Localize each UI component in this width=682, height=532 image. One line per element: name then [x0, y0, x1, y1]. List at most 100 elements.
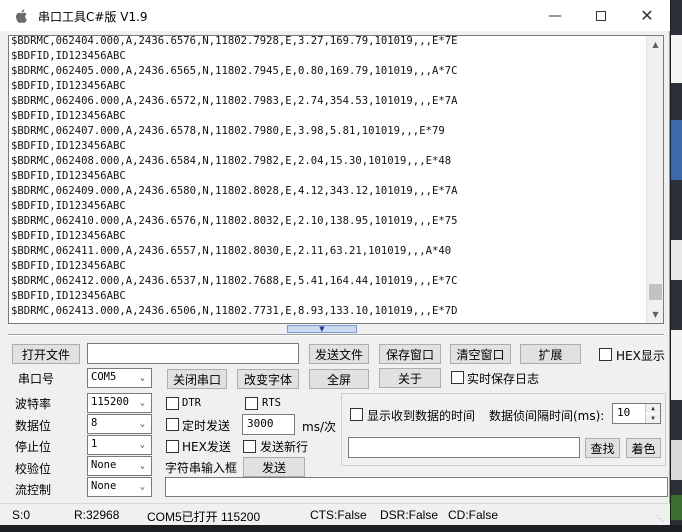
hex-send-checkbox[interactable]: [166, 440, 179, 453]
timed-send-checkbox[interactable]: [166, 418, 179, 431]
stopbits-value: 1: [91, 438, 98, 450]
spin-down-icon[interactable]: ▼: [645, 414, 660, 423]
fullscreen-button[interactable]: 全屏: [309, 369, 369, 389]
console-line: $BDFID,ID123456ABC: [11, 230, 126, 242]
clear-window-button[interactable]: 清空窗口: [450, 344, 511, 364]
interval-field[interactable]: 3000: [242, 414, 295, 435]
panel-divider: [8, 334, 664, 336]
baud-value: 115200: [91, 396, 129, 408]
minimize-icon: —: [548, 7, 562, 24]
search-field[interactable]: [348, 437, 580, 458]
databits-select[interactable]: 8 ⌄: [87, 414, 152, 434]
frame-gap-label: 数据侦间隔时间(ms):: [489, 409, 605, 423]
port-select[interactable]: COM5 ⌄: [87, 368, 152, 388]
console-line: $BDRMC,062404.000,A,2436.6576,N,11802.79…: [11, 35, 458, 47]
console-line: $BDRMC,062407.000,A,2436.6578,N,11802.79…: [11, 125, 445, 137]
databits-label: 数据位: [15, 419, 52, 433]
resize-grip-icon[interactable]: ⋱: [656, 514, 666, 524]
sent-count: S:0: [12, 508, 31, 522]
input-label: 字符串输入框: [165, 461, 238, 475]
close-port-button[interactable]: 关闭串口: [167, 369, 227, 389]
console-line: $BDRMC,062408.000,A,2436.6584,N,11802.79…: [11, 155, 452, 167]
parity-label: 校验位: [15, 462, 52, 476]
scroll-down-icon[interactable]: ▼: [647, 306, 663, 323]
console-line: $BDFID,ID123456ABC: [11, 110, 126, 122]
save-window-button[interactable]: 保存窗口: [379, 344, 441, 364]
parity-select[interactable]: None ⌄: [87, 456, 152, 476]
apple-icon: [16, 9, 27, 24]
console-line: $BDRMC,062405.000,A,2436.6565,N,11802.79…: [11, 65, 458, 77]
flow-value: None: [91, 480, 117, 492]
console-line: $BDFID,ID123456ABC: [11, 260, 126, 272]
cd-status: CD:False: [448, 508, 499, 522]
parity-value: None: [91, 459, 117, 471]
open-file-button[interactable]: 打开文件: [12, 344, 80, 364]
console-line: $BDFID,ID123456ABC: [11, 170, 126, 182]
rts-label: RTS: [262, 397, 281, 409]
chevron-down-icon: ⌄: [139, 398, 146, 408]
console-line: $BDRMC,062410.000,A,2436.6576,N,11802.80…: [11, 215, 458, 227]
rts-checkbox[interactable]: [245, 397, 258, 410]
port-value: COM5: [91, 371, 117, 383]
databits-value: 8: [91, 417, 98, 429]
port-label: 串口号: [18, 372, 55, 386]
console-line: $BDFID,ID123456ABC: [11, 140, 126, 152]
console-line: $BDRMC,062409.000,A,2436.6580,N,11802.80…: [11, 185, 458, 197]
spin-up-icon[interactable]: ▲: [645, 404, 660, 413]
console-line: $BDFID,ID123456ABC: [11, 290, 126, 302]
console-line: $BDRMC,062411.000,A,2436.6557,N,11802.80…: [11, 245, 452, 257]
string-input-field[interactable]: [165, 477, 668, 497]
scroll-thumb[interactable]: [649, 284, 662, 300]
desktop-bottom-edge: [0, 525, 682, 532]
chevron-down-icon: ⌄: [139, 440, 146, 450]
change-font-button[interactable]: 改变字体: [237, 369, 299, 389]
find-button[interactable]: 查找: [585, 438, 620, 458]
console-scrollbar[interactable]: ▲ ▼: [646, 36, 663, 323]
dtr-checkbox[interactable]: [166, 397, 179, 410]
received-count: R:32968: [74, 508, 120, 522]
realtime-save-checkbox[interactable]: [451, 371, 464, 384]
expand-button[interactable]: 扩展: [520, 344, 581, 364]
frame-gap-spinner[interactable]: 10 ▲ ▼: [612, 403, 661, 424]
dtr-label: DTR: [182, 397, 201, 409]
flow-select[interactable]: None ⌄: [87, 477, 152, 497]
timed-send-label: 定时发送: [182, 419, 231, 433]
chevron-down-icon: ⌄: [139, 419, 146, 429]
about-button[interactable]: 关于: [379, 368, 441, 388]
console-line: $BDRMC,062412.000,A,2436.6537,N,11802.76…: [11, 275, 458, 287]
file-path-field[interactable]: [87, 343, 299, 364]
console-text: $BDRMC,062404.000,A,2436.6576,N,11802.79…: [11, 35, 645, 319]
chevron-down-icon: ⌄: [139, 373, 146, 383]
hex-display-checkbox[interactable]: [599, 348, 612, 361]
send-newline-label: 发送新行: [260, 440, 309, 454]
baud-label: 波特率: [15, 397, 52, 411]
show-time-label: 显示收到数据的时间: [367, 409, 476, 423]
chevron-down-icon: ⌄: [139, 461, 146, 471]
send-newline-checkbox[interactable]: [243, 440, 256, 453]
status-bar: S:0 R:32968 COM5已打开 115200 CTS:False DSR…: [0, 503, 670, 525]
scroll-up-icon[interactable]: ▲: [647, 36, 663, 53]
title-bar[interactable]: 串口工具C#版 V1.9 — ✕: [0, 0, 670, 31]
stopbits-select[interactable]: 1 ⌄: [87, 435, 152, 455]
maximize-icon: [596, 10, 606, 21]
hex-display-label: HEX显示: [616, 349, 665, 363]
window-title: 串口工具C#版 V1.9: [38, 10, 148, 24]
chevron-down-icon: ⌄: [139, 482, 146, 492]
flow-label: 流控制: [15, 483, 52, 497]
minimize-button[interactable]: —: [532, 0, 578, 31]
baud-select[interactable]: 115200 ⌄: [87, 393, 152, 413]
collapse-toggle[interactable]: ▼: [287, 325, 357, 333]
interval-unit: ms/次: [302, 420, 336, 434]
color-button[interactable]: 着色: [626, 438, 661, 458]
cts-status: CTS:False: [310, 508, 367, 522]
maximize-button[interactable]: [578, 0, 624, 31]
serial-tool-window: 串口工具C#版 V1.9 — ✕ $BDRMC,062404.000,A,243…: [0, 0, 670, 532]
desktop-background: [671, 0, 682, 532]
port-status: COM5已打开 115200: [147, 510, 261, 524]
chevron-down-icon: ▼: [319, 325, 325, 333]
send-button[interactable]: 发送: [243, 457, 305, 477]
send-file-button[interactable]: 发送文件: [309, 344, 369, 364]
close-button[interactable]: ✕: [624, 0, 670, 31]
show-time-checkbox[interactable]: [350, 408, 363, 421]
receive-console[interactable]: $BDRMC,062404.000,A,2436.6576,N,11802.79…: [8, 35, 664, 324]
